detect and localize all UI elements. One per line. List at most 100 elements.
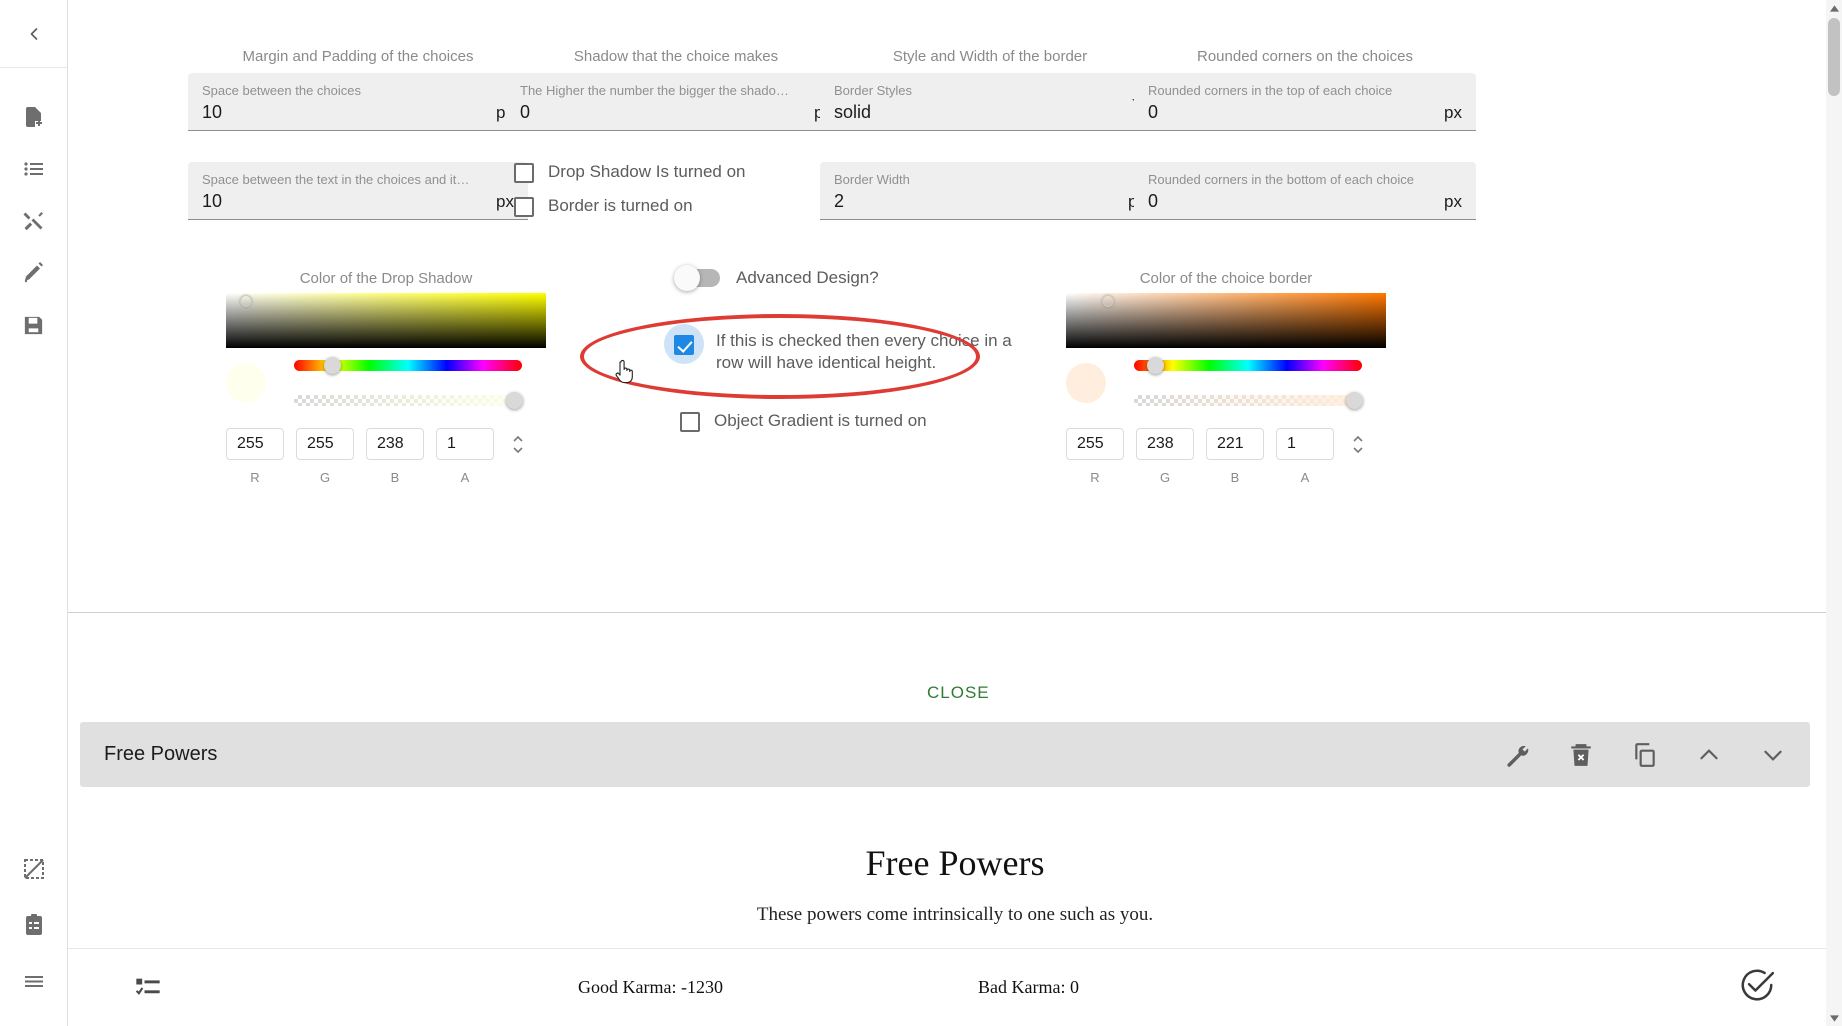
pencil-icon[interactable]	[17, 256, 51, 290]
checklist-icon[interactable]	[68, 974, 228, 1002]
add-file-icon[interactable]	[17, 100, 51, 134]
wrench-icon[interactable]	[1504, 742, 1530, 768]
blue-input[interactable]: 238	[366, 428, 424, 460]
alpha-slider-knob[interactable]	[506, 392, 523, 409]
field-radius-top[interactable]: Rounded corners in the top of each choic…	[1134, 73, 1476, 131]
alpha-caption: A	[1300, 470, 1310, 485]
field-shadow-size[interactable]: The Higher the number the bigger the sha…	[506, 73, 846, 131]
field-label: Space between the choices	[202, 83, 361, 98]
checkbox-box[interactable]	[680, 412, 700, 432]
group-title: Rounded corners on the choices	[1197, 48, 1413, 65]
saturation-area[interactable]	[1066, 293, 1386, 348]
field-label: The Higher the number the bigger the sha…	[520, 83, 789, 98]
alpha-slider-knob[interactable]	[1346, 392, 1363, 409]
field-value: 10	[202, 191, 223, 211]
alpha-input[interactable]: 1	[1276, 428, 1334, 460]
save-icon[interactable]	[17, 308, 51, 342]
saturation-handle[interactable]	[240, 295, 252, 307]
no-image-icon[interactable]	[17, 852, 51, 886]
field-radius-bottom[interactable]: Rounded corners in the bottom of each ch…	[1134, 162, 1476, 220]
field-label: Rounded corners in the bottom of each ch…	[1148, 172, 1414, 187]
checkbox-label: Object Gradient is turned on	[714, 411, 927, 430]
red-input[interactable]: 255	[226, 428, 284, 460]
hue-slider[interactable]	[294, 357, 522, 374]
scroll-down-arrow[interactable]	[1826, 1010, 1842, 1026]
field-space-text-padding[interactable]: Space between the text in the choices an…	[188, 162, 528, 220]
checkbox-identical-height[interactable]: If this is checked then every choice in …	[664, 324, 1040, 374]
select-border-style[interactable]: Border Styles solid	[820, 73, 1160, 131]
alpha-input[interactable]: 1	[436, 428, 494, 460]
menu-icon[interactable]	[17, 964, 51, 998]
toggle-label: Advanced Design?	[736, 268, 879, 287]
content-preview: Free Powers These powers come intrinsica…	[68, 800, 1842, 960]
back-chevron-icon[interactable]	[17, 17, 51, 51]
saturation-area[interactable]	[226, 293, 546, 348]
identical-height-row-wrap: If this is checked then every choice in …	[610, 324, 1040, 374]
section-title: Free Powers	[104, 743, 218, 765]
blue-caption: B	[1230, 470, 1240, 485]
field-value: 2	[834, 191, 845, 211]
field-border-width[interactable]: Border Width 2 px	[820, 162, 1160, 220]
status-bar: Good Karma: -1230 Bad Karma: 0	[68, 948, 1842, 1026]
switch-knob[interactable]	[674, 265, 700, 291]
checkbox-drop-shadow[interactable]: Drop Shadow Is turned on	[514, 161, 846, 183]
preview-heading: Free Powers	[865, 843, 1045, 883]
scrollbar-thumb[interactable]	[1828, 18, 1840, 96]
field-label: Rounded corners in the top of each choic…	[1148, 83, 1393, 98]
toggle-advanced-design[interactable]: Advanced Design?	[610, 265, 1040, 291]
section-actions	[1504, 742, 1786, 768]
checkbox-box[interactable]	[514, 197, 534, 217]
field-label: Space between the text in the choices an…	[202, 172, 470, 187]
rgba-inputs: 255 R 238 G 221 B 1 A	[1066, 428, 1386, 485]
tools-icon[interactable]	[17, 204, 51, 238]
blue-input[interactable]: 221	[1206, 428, 1264, 460]
green-caption: G	[319, 470, 331, 485]
checkbox-label: Border is turned on	[548, 196, 693, 215]
chevron-up-icon[interactable]	[1696, 742, 1722, 768]
scroll-up-arrow[interactable]	[1826, 0, 1842, 16]
hue-slider-knob[interactable]	[324, 357, 341, 374]
checkbox-border-on[interactable]: Border is turned on	[514, 195, 846, 217]
green-input[interactable]: 238	[1136, 428, 1194, 460]
red-input[interactable]: 255	[1066, 428, 1124, 460]
sidebar-top-actions	[0, 68, 67, 342]
field-space-between-choices[interactable]: Space between the choices 10 px	[188, 73, 528, 131]
check-circle-icon[interactable]	[1738, 966, 1776, 1009]
saturation-handle[interactable]	[1102, 295, 1114, 307]
green-input[interactable]: 255	[296, 428, 354, 460]
center-controls: Advanced Design? If this is checked then…	[610, 265, 1040, 444]
list-icon[interactable]	[17, 152, 51, 186]
current-color-swatch	[1066, 363, 1106, 403]
checkbox-object-gradient[interactable]: Object Gradient is turned on	[680, 410, 1040, 432]
alpha-slider[interactable]	[294, 392, 523, 409]
delete-icon[interactable]	[1568, 742, 1594, 768]
sidebar-collapse-button[interactable]	[0, 0, 67, 68]
group-shadow: Shadow that the choice makes The Higher …	[506, 48, 846, 229]
close-button[interactable]: CLOSE	[915, 675, 1002, 711]
hue-slider[interactable]	[1134, 357, 1362, 374]
checkbox-box[interactable]	[674, 335, 694, 355]
checkbox-box[interactable]	[514, 163, 534, 183]
field-value: 0	[1148, 191, 1159, 211]
alpha-stepper[interactable]	[1352, 428, 1364, 460]
picker-title: Color of the Drop Shadow	[299, 270, 473, 287]
hue-slider-knob[interactable]	[1147, 357, 1164, 374]
clipboard-list-icon[interactable]	[17, 908, 51, 942]
switch-track[interactable]	[674, 265, 720, 291]
field-value: 10	[202, 102, 223, 122]
group-border: Style and Width of the border Border Sty…	[820, 48, 1160, 220]
current-color-swatch	[226, 363, 266, 403]
alpha-stepper[interactable]	[512, 428, 524, 460]
left-sidebar	[0, 0, 68, 1026]
color-picker-choice-border: Color of the choice border 255 R 238 G 2…	[1066, 270, 1386, 485]
section-header-bar[interactable]: Free Powers	[80, 722, 1810, 787]
alpha-caption: A	[460, 470, 470, 485]
alpha-slider[interactable]	[1134, 392, 1363, 409]
red-caption: R	[1090, 470, 1100, 485]
vertical-scrollbar[interactable]	[1826, 0, 1842, 1026]
field-value: 0	[1148, 102, 1159, 122]
chevron-down-icon[interactable]	[1760, 742, 1786, 768]
copy-icon[interactable]	[1632, 742, 1658, 768]
field-value: 0	[520, 102, 531, 122]
group-title: Margin and Padding of the choices	[242, 48, 474, 65]
